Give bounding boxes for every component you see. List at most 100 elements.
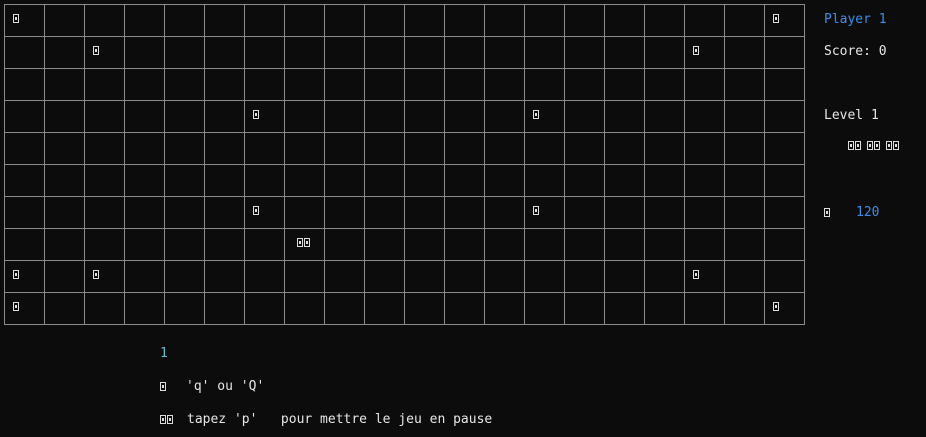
board-cell	[205, 133, 245, 165]
board-cell	[325, 101, 365, 133]
board-cell	[85, 133, 125, 165]
board-cell	[365, 261, 405, 293]
box-icon	[773, 14, 779, 23]
board-cell	[525, 293, 565, 325]
player-icon	[297, 238, 310, 247]
board-cell	[125, 5, 165, 37]
board-cell	[85, 229, 125, 261]
board-cell	[5, 133, 45, 165]
board-cell	[485, 37, 525, 69]
board-cell	[5, 101, 45, 133]
box-icon	[533, 110, 539, 119]
board-cell	[645, 293, 685, 325]
board-cell	[285, 197, 325, 229]
lives-indicator	[848, 141, 899, 150]
board-cell	[245, 69, 285, 101]
board-cell	[125, 133, 165, 165]
player-label: Player 1	[824, 12, 887, 27]
board-cell	[445, 69, 485, 101]
board-cell	[605, 165, 645, 197]
board-cell	[45, 133, 85, 165]
board-cell	[365, 197, 405, 229]
board-cell	[765, 101, 805, 133]
board-cell	[565, 261, 605, 293]
timer-value: 120	[856, 205, 880, 220]
board-cell	[725, 165, 765, 197]
board-cell	[125, 101, 165, 133]
board-cell	[325, 133, 365, 165]
board-cell	[485, 165, 525, 197]
board-cell	[45, 261, 85, 293]
board-cell	[685, 165, 725, 197]
box-icon	[93, 46, 99, 55]
board-cell	[765, 293, 805, 325]
board-cell	[525, 229, 565, 261]
board-cell	[285, 293, 325, 325]
board-cell	[725, 69, 765, 101]
board-cell	[645, 261, 685, 293]
board-cell	[445, 197, 485, 229]
box-icon	[773, 302, 779, 311]
box-icon	[693, 46, 699, 55]
board-cell	[565, 133, 605, 165]
quit-hint: 'q' ou 'Q'	[160, 379, 264, 394]
board-cell	[725, 5, 765, 37]
pause-hint-text: tapez 'p' pour mettre le jeu en pause	[187, 412, 493, 427]
board-cell	[285, 165, 325, 197]
board-cell	[125, 293, 165, 325]
board-cell	[365, 5, 405, 37]
board-cell	[685, 5, 725, 37]
board-cell	[525, 37, 565, 69]
board-cell	[405, 101, 445, 133]
board-cell	[285, 101, 325, 133]
turn-counter: 1	[160, 346, 168, 361]
box-icon	[13, 14, 19, 23]
board-cell	[205, 69, 245, 101]
board-cell	[605, 101, 645, 133]
board-cell	[645, 101, 685, 133]
board-cell	[645, 5, 685, 37]
board-cell	[405, 37, 445, 69]
board-cell	[765, 37, 805, 69]
board-cell	[485, 101, 525, 133]
board-cell	[605, 261, 645, 293]
board-cell	[125, 261, 165, 293]
board-cell	[485, 69, 525, 101]
board-cell	[605, 229, 645, 261]
board-cell	[125, 37, 165, 69]
board-cell	[405, 261, 445, 293]
board-cell	[205, 5, 245, 37]
board-cell	[5, 229, 45, 261]
pause-hint: tapez 'p' pour mettre le jeu en pause	[160, 412, 492, 427]
board-cell	[765, 133, 805, 165]
board-cell	[365, 165, 405, 197]
game-board	[4, 4, 805, 325]
board-cell	[685, 197, 725, 229]
board-cell	[165, 261, 205, 293]
board-cell	[765, 69, 805, 101]
board-cell	[605, 69, 645, 101]
board-cell	[165, 293, 205, 325]
board-cell	[165, 229, 205, 261]
board-cell	[485, 261, 525, 293]
board-cell	[725, 133, 765, 165]
board-cell	[605, 5, 645, 37]
board-cell	[5, 69, 45, 101]
board-cell	[245, 293, 285, 325]
board-cell	[685, 37, 725, 69]
board-cell	[565, 69, 605, 101]
board-cell	[365, 69, 405, 101]
board-cell	[205, 293, 245, 325]
board-cell	[45, 69, 85, 101]
board-cell	[445, 293, 485, 325]
board-cell	[285, 69, 325, 101]
board-cell	[5, 165, 45, 197]
board-cell	[605, 293, 645, 325]
board-cell	[485, 133, 525, 165]
board-cell	[165, 37, 205, 69]
board-cell	[45, 37, 85, 69]
board-cell	[525, 69, 565, 101]
board-cell	[85, 101, 125, 133]
board-cell	[445, 37, 485, 69]
board-cell	[245, 261, 285, 293]
